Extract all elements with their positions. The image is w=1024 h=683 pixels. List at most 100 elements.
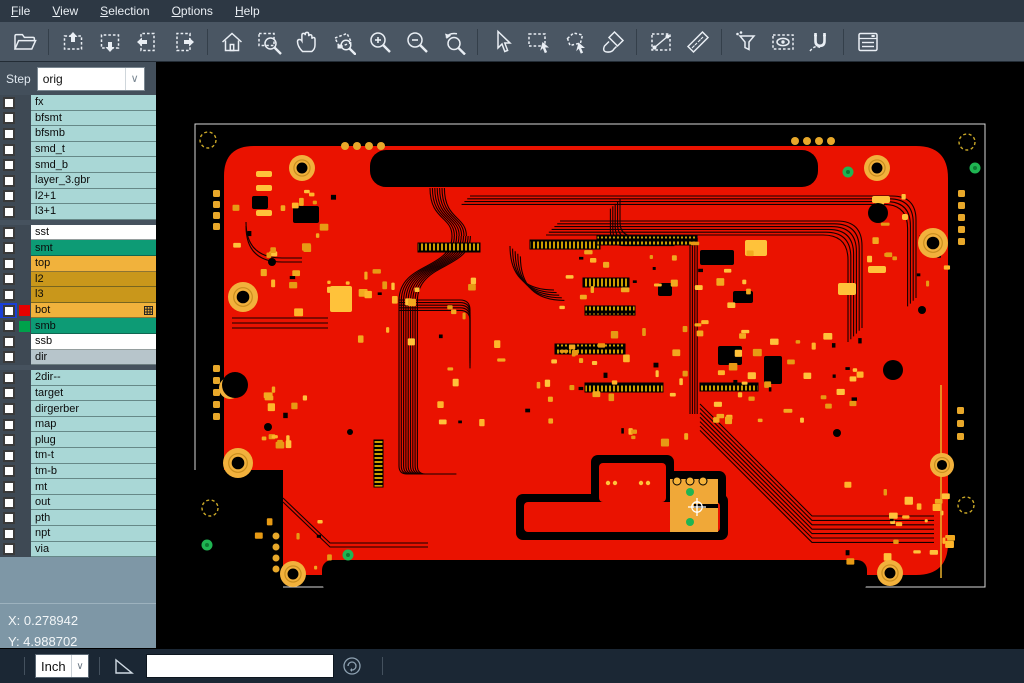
layer-visibility-checkbox[interactable]: [0, 95, 17, 111]
highlight-eye-button[interactable]: [764, 25, 801, 59]
pan-down-button[interactable]: [91, 25, 128, 59]
layer-row-mt[interactable]: mt: [0, 479, 156, 495]
pcb-canvas[interactable]: [156, 62, 1024, 648]
layer-row-2dir--[interactable]: 2dir--: [0, 370, 156, 386]
zoom-window-button[interactable]: [250, 25, 287, 59]
layer-row-bfsmt[interactable]: bfsmt: [0, 111, 156, 127]
checkbox-icon: [3, 497, 15, 509]
pan-right-button[interactable]: [165, 25, 202, 59]
menu-options[interactable]: Options: [161, 0, 224, 22]
layer-visibility-checkbox[interactable]: [0, 189, 17, 205]
filter-button[interactable]: [727, 25, 764, 59]
layer-row-out[interactable]: out: [0, 495, 156, 511]
layer-visibility-checkbox[interactable]: [0, 526, 17, 542]
layer-name-label: l2: [31, 272, 156, 288]
layer-visibility-checkbox[interactable]: [0, 225, 17, 241]
layer-row-l3[interactable]: l3: [0, 287, 156, 303]
layer-row-smd_b[interactable]: smd_b: [0, 157, 156, 173]
layer-visibility-checkbox[interactable]: [0, 386, 17, 402]
menu-help[interactable]: Help: [224, 0, 271, 22]
layer-visibility-checkbox[interactable]: [0, 542, 17, 558]
layer-visibility-checkbox[interactable]: [0, 240, 17, 256]
pan-left-button[interactable]: [128, 25, 165, 59]
zoom-previous-button[interactable]: [435, 25, 472, 59]
layer-row-layer_3.gbr[interactable]: layer_3.gbr: [0, 173, 156, 189]
select-poly-button[interactable]: [557, 25, 594, 59]
layer-row-bfsmb[interactable]: bfsmb: [0, 126, 156, 142]
checkbox-icon: [3, 528, 15, 540]
layer-row-tm-t[interactable]: tm-t: [0, 448, 156, 464]
select-rect-button[interactable]: [520, 25, 557, 59]
log-panel-button[interactable]: [849, 25, 886, 59]
layer-row-bot[interactable]: bot: [0, 303, 156, 319]
measure-ruler-button[interactable]: [679, 25, 716, 59]
layer-visibility-checkbox[interactable]: [0, 142, 17, 158]
layer-row-l2[interactable]: l2: [0, 272, 156, 288]
menu-selection[interactable]: Selection: [89, 0, 160, 22]
clean-brush-button[interactable]: [594, 25, 631, 59]
menu-file[interactable]: File: [0, 0, 41, 22]
toolbar-separator: [721, 29, 722, 55]
layer-row-l2+1[interactable]: l2+1: [0, 189, 156, 205]
layer-row-pth[interactable]: pth: [0, 510, 156, 526]
layer-row-smt[interactable]: smt: [0, 240, 156, 256]
layer-row-smd_t[interactable]: smd_t: [0, 142, 156, 158]
layer-visibility-checkbox[interactable]: [0, 272, 17, 288]
layer-row-l3+1[interactable]: l3+1: [0, 204, 156, 220]
layer-visibility-checkbox[interactable]: [0, 495, 17, 511]
layer-color-swatch: [17, 401, 31, 417]
layer-visibility-checkbox[interactable]: [0, 111, 17, 127]
zoom-selection-button[interactable]: [324, 25, 361, 59]
layer-row-fx[interactable]: fx: [0, 95, 156, 111]
select-arrow-button[interactable]: [483, 25, 520, 59]
zoom-in-button[interactable]: [361, 25, 398, 59]
layer-visibility-checkbox[interactable]: [0, 303, 17, 319]
measure-line-button[interactable]: [642, 25, 679, 59]
layer-visibility-checkbox[interactable]: [0, 479, 17, 495]
layer-row-dirgerber[interactable]: dirgerber: [0, 401, 156, 417]
pan-hand-button[interactable]: [287, 25, 324, 59]
command-input[interactable]: [146, 654, 334, 678]
layer-visibility-checkbox[interactable]: [0, 318, 17, 334]
cursor-y-coordinate: Y: 4.988702: [0, 631, 156, 648]
layer-row-tm-b[interactable]: tm-b: [0, 464, 156, 480]
unit-select[interactable]: Inch ∨: [35, 654, 89, 678]
layer-visibility-checkbox[interactable]: [0, 417, 17, 433]
layer-row-top[interactable]: top: [0, 256, 156, 272]
layer-visibility-checkbox[interactable]: [0, 510, 17, 526]
layer-color-swatch: [17, 318, 31, 334]
layer-visibility-checkbox[interactable]: [0, 401, 17, 417]
layer-visibility-checkbox[interactable]: [0, 448, 17, 464]
open-folder-button[interactable]: [6, 25, 43, 59]
layer-visibility-checkbox[interactable]: [0, 126, 17, 142]
home-button[interactable]: [213, 25, 250, 59]
layer-visibility-checkbox[interactable]: [0, 370, 17, 386]
layer-visibility-checkbox[interactable]: [0, 157, 17, 173]
layer-visibility-checkbox[interactable]: [0, 287, 17, 303]
snap-button[interactable]: [801, 25, 838, 59]
layer-row-dir[interactable]: dir: [0, 350, 156, 366]
layer-visibility-checkbox[interactable]: [0, 350, 17, 366]
layer-row-ssb[interactable]: ssb: [0, 334, 156, 350]
refresh-icon[interactable]: [342, 656, 362, 676]
layer-visibility-checkbox[interactable]: [0, 256, 17, 272]
layer-visibility-checkbox[interactable]: [0, 204, 17, 220]
layer-row-sst[interactable]: sst: [0, 225, 156, 241]
divider: [382, 657, 383, 675]
step-select[interactable]: orig ∨: [37, 67, 145, 91]
layer-visibility-checkbox[interactable]: [0, 432, 17, 448]
angle-measure-icon[interactable]: [114, 657, 134, 675]
layer-visibility-checkbox[interactable]: [0, 334, 17, 350]
menu-view[interactable]: View: [41, 0, 89, 22]
layer-row-map[interactable]: map: [0, 417, 156, 433]
layer-visibility-checkbox[interactable]: [0, 173, 17, 189]
layer-row-smb[interactable]: smb: [0, 318, 156, 334]
layer-row-target[interactable]: target: [0, 386, 156, 402]
layer-row-npt[interactable]: npt: [0, 526, 156, 542]
menu-label: Selection: [100, 4, 149, 18]
layer-row-via[interactable]: via: [0, 542, 156, 558]
pan-up-button[interactable]: [54, 25, 91, 59]
layer-row-plug[interactable]: plug: [0, 432, 156, 448]
zoom-out-button[interactable]: [398, 25, 435, 59]
layer-visibility-checkbox[interactable]: [0, 464, 17, 480]
